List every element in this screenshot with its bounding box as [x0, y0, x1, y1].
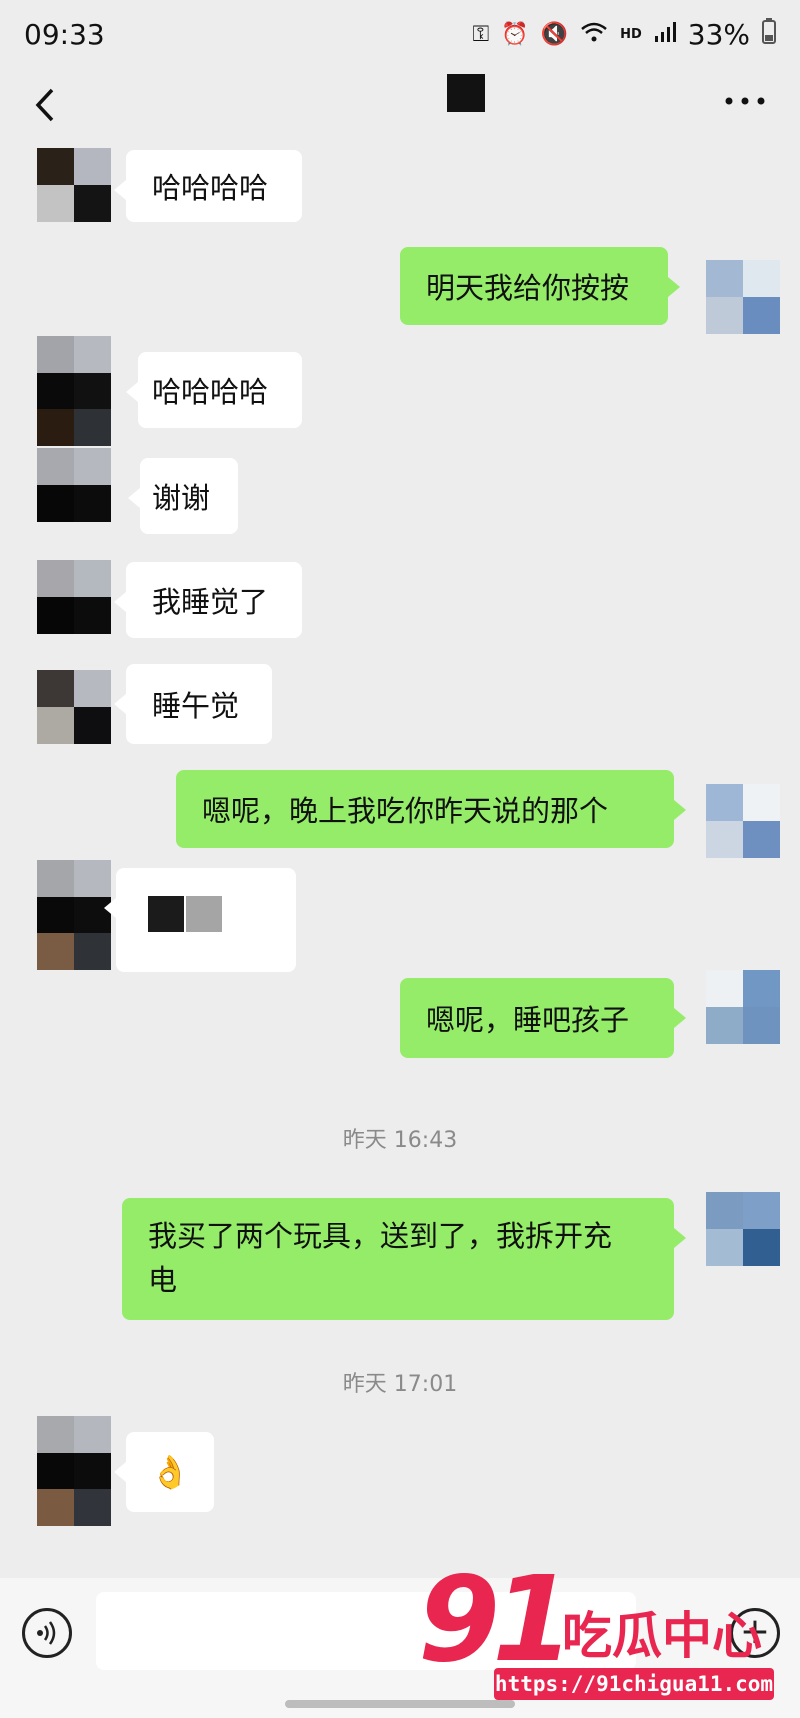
message-bubble-outgoing[interactable]: 嗯呢，晚上我吃你昨天说的那个 — [176, 770, 686, 848]
chevron-left-icon — [35, 88, 54, 122]
voice-icon — [37, 1621, 56, 1645]
wifi-icon — [580, 21, 608, 49]
contact-avatar[interactable] — [37, 670, 111, 744]
voice-input-button[interactable] — [22, 1608, 72, 1658]
message-bubble-outgoing[interactable]: 我买了两个玩具，送到了，我拆开充 电 — [122, 1198, 686, 1320]
back-button[interactable] — [26, 78, 66, 132]
contact-avatar[interactable] — [37, 860, 111, 970]
hd-icon: HD — [620, 27, 642, 42]
redacted-block — [148, 896, 184, 932]
contact-avatar[interactable] — [37, 148, 111, 222]
redacted-block — [186, 896, 222, 932]
status-time: 09:33 — [24, 18, 105, 51]
message-bubble-outgoing[interactable]: 明天我给你按按 — [400, 247, 680, 325]
more-options-button[interactable] — [722, 86, 768, 116]
message-bubble-incoming[interactable]: 我睡觉了 — [114, 562, 302, 638]
mute-icon: 🔇 — [540, 22, 569, 47]
watermark-brand: 吃瓜中心 — [562, 1607, 762, 1665]
key-icon: ⚿ — [472, 22, 490, 47]
message-bubble-incoming[interactable]: 👌 — [114, 1432, 214, 1512]
message-bubble-incoming[interactable]: 谢谢 — [128, 458, 238, 534]
contact-avatar[interactable] — [37, 336, 111, 446]
contact-avatar[interactable] — [37, 448, 111, 522]
signal-icon — [654, 21, 676, 49]
contact-avatar[interactable] — [37, 560, 111, 634]
my-avatar[interactable] — [706, 784, 780, 858]
my-avatar[interactable] — [706, 970, 780, 1044]
battery-icon — [762, 18, 776, 51]
home-indicator[interactable] — [285, 1700, 515, 1708]
message-bubble-incoming[interactable] — [104, 868, 296, 972]
timestamp: 昨天 17:01 — [342, 1372, 458, 1397]
alarm-icon: ⏰ — [501, 22, 529, 47]
message-bubble-incoming[interactable]: 哈哈哈哈 — [126, 352, 302, 428]
contact-avatar[interactable] — [37, 1416, 111, 1526]
my-avatar[interactable] — [706, 260, 780, 334]
watermark-url: https://91chigua11.com — [494, 1668, 774, 1700]
message-bubble-incoming[interactable]: 哈哈哈哈 — [114, 150, 302, 222]
more-icon — [725, 97, 765, 105]
status-icons: ⚿ ⏰ 🔇 HD 33% — [473, 18, 776, 51]
timestamp: 昨天 16:43 — [342, 1128, 458, 1153]
my-avatar[interactable] — [706, 1192, 780, 1266]
message-bubble-incoming[interactable]: 睡午觉 — [114, 664, 272, 744]
contact-name-redacted — [447, 74, 485, 112]
message-bubble-outgoing[interactable]: 嗯呢，睡吧孩子 — [400, 978, 686, 1058]
battery-percent: 33% — [687, 18, 750, 51]
